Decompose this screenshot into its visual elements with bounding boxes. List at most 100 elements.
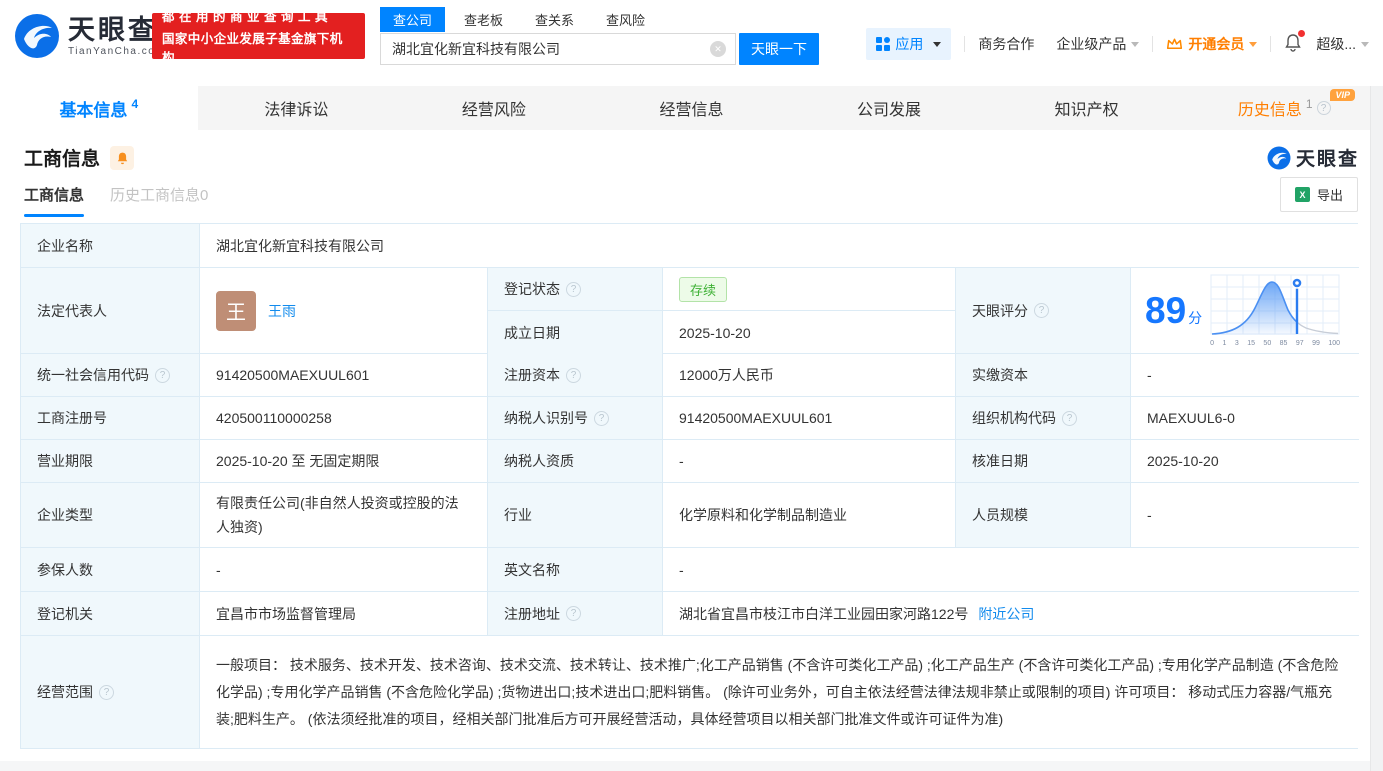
help-icon[interactable] (594, 410, 609, 426)
top-header: 天眼查 TianYanCha.com 都在用的商业查询工具 国家中小企业发展子基… (0, 0, 1383, 86)
tab-legal-lawsuit-label: 法律诉讼 (264, 102, 329, 119)
enterprise-product-label: 企业级产品 (1056, 36, 1127, 52)
label-staff-size: 人员规模 (956, 483, 1131, 548)
user-account-menu[interactable]: 超级... (1316, 34, 1369, 54)
help-icon[interactable] (155, 367, 170, 383)
tab-operation-risk-label: 经营风险 (461, 102, 526, 119)
open-vip-label: 开通会员 (1188, 36, 1245, 52)
section-title: 工商信息 (24, 149, 101, 170)
help-icon[interactable] (1034, 303, 1049, 318)
help-icon[interactable] (1062, 410, 1077, 426)
apps-menu[interactable]: 应用 (866, 28, 952, 60)
label-business-scope: 经营范围 (21, 636, 200, 748)
company-nav-tabs: 基本信息 4 法律诉讼 经营风险 经营信息 公司发展 知识产权 VIP 历史信息… (0, 86, 1383, 130)
label-taxpayer-qualification: 纳税人资质 (488, 440, 663, 483)
legal-person-link[interactable]: 王雨 (268, 301, 296, 321)
value-tianyan-score: 89 分 0 1 3 15 50 85 97 99 100 (1131, 268, 1359, 354)
value-organization-code: MAEXUUL6-0 (1131, 397, 1359, 440)
tianyancha-logo-icon (1267, 146, 1291, 169)
tab-history-info-label: 历史信息 (1237, 102, 1302, 119)
label-company-name: 企业名称 (21, 224, 200, 268)
score-value: 89 (1145, 290, 1187, 331)
search-button[interactable]: 天眼一下 (739, 33, 819, 65)
subtab-business-info[interactable]: 工商信息 (24, 184, 85, 217)
chevron-down-icon (1249, 41, 1258, 47)
divider (1270, 36, 1272, 52)
value-registration-status: 存续 (663, 268, 956, 311)
label-industry: 行业 (488, 483, 663, 548)
help-icon[interactable] (566, 367, 581, 383)
tianyancha-logo[interactable]: 天眼查 TianYanCha.com (14, 13, 165, 59)
excel-icon (1294, 187, 1310, 202)
enterprise-product-menu[interactable]: 企业级产品 (1056, 34, 1140, 54)
search-tab-company[interactable]: 查公司 (380, 7, 446, 32)
subscribe-bell-button[interactable] (110, 145, 135, 170)
tianyancha-logo-icon (15, 14, 59, 58)
tab-intellectual-property-label: 知识产权 (1054, 102, 1119, 119)
label-establish-date: 成立日期 (488, 311, 663, 354)
section-header: 工商信息 天眼查 (0, 130, 1383, 171)
label-company-type: 企业类型 (21, 483, 200, 548)
search-row: ✕ 天眼一下 (380, 33, 820, 65)
avatar[interactable]: 王 (216, 290, 256, 331)
notification-dot (1298, 30, 1306, 37)
divider (964, 36, 966, 52)
help-icon[interactable] (566, 281, 581, 297)
value-insured-count: - (200, 548, 488, 592)
label-credit-code-text: 统一社会信用代码 (37, 367, 149, 383)
value-registration-number: 420500110000258 (200, 397, 488, 440)
help-icon[interactable] (99, 684, 114, 700)
watermark-logo: 天眼查 (1267, 144, 1359, 171)
score-unit: 分 (1188, 310, 1203, 326)
search-tab-boss[interactable]: 查老板 (451, 7, 516, 32)
bottom-strip (0, 761, 1370, 771)
notification-bell[interactable] (1284, 30, 1306, 55)
tab-operation-info[interactable]: 经营信息 (593, 86, 791, 130)
subtab-row: 工商信息 历史工商信息0 导出 (0, 171, 1383, 217)
label-credit-code: 统一社会信用代码 (21, 354, 200, 397)
search-tab-relation[interactable]: 查关系 (522, 7, 587, 32)
address-text: 湖北省宜昌市枝江市白洋工业园田家河路122号 (679, 605, 969, 622)
label-paid-capital: 实缴资本 (956, 354, 1131, 397)
tab-history-info[interactable]: VIP 历史信息 1 (1185, 86, 1383, 130)
business-coop-link[interactable]: 商务合作 (978, 34, 1034, 54)
logo-texts: 天眼查 TianYanCha.com (68, 16, 165, 57)
tab-operation-risk[interactable]: 经营风险 (395, 86, 593, 130)
value-establish-date: 2025-10-20 (679, 324, 751, 341)
value-approval-date: 2025-10-20 (1131, 440, 1359, 483)
open-vip-menu[interactable]: 开通会员 (1166, 34, 1258, 54)
value-legal-representative: 王 王雨 (200, 268, 488, 354)
label-registered-capital-text: 注册资本 (504, 367, 560, 383)
bell-icon (117, 152, 127, 164)
tab-company-development[interactable]: 公司发展 (790, 86, 988, 130)
export-button[interactable]: 导出 (1279, 177, 1358, 212)
value-registered-capital: 12000万人民币 (663, 354, 956, 397)
header-right-menu: 应用 商务合作 企业级产品 开通会员 超级... (866, 28, 1369, 60)
clear-icon[interactable]: ✕ (710, 41, 726, 57)
tab-legal-lawsuit[interactable]: 法律诉讼 (198, 86, 396, 130)
label-insured-count: 参保人数 (21, 548, 200, 592)
search-input-wrap: ✕ (380, 33, 736, 65)
chevron-down-icon (933, 41, 942, 47)
scrollbar-track[interactable] (1370, 86, 1383, 771)
tab-basic-info[interactable]: 基本信息 4 (0, 86, 198, 130)
label-organization-code: 组织机构代码 (956, 397, 1131, 440)
search-input[interactable] (380, 33, 736, 65)
subtab-history-business-info[interactable]: 历史工商信息0 (110, 184, 208, 217)
tab-basic-info-label: 基本信息 (59, 100, 128, 120)
value-english-name: - (663, 548, 1359, 592)
score-curve-svg (1210, 274, 1340, 335)
tab-intellectual-property[interactable]: 知识产权 (988, 86, 1186, 130)
value-company-type: 有限责任公司(非自然人投资或控股的法人独资) (200, 483, 488, 548)
nearby-companies-link[interactable]: 附近公司 (978, 604, 1034, 624)
tab-company-development-label: 公司发展 (857, 102, 922, 119)
watermark-logo-text: 天眼查 (1295, 149, 1359, 170)
search-tab-risk[interactable]: 查风险 (593, 7, 658, 32)
help-icon[interactable] (1316, 101, 1331, 115)
label-business-term: 营业期限 (21, 440, 200, 483)
export-label: 导出 (1316, 188, 1343, 203)
label-registered-address: 注册地址 (488, 592, 663, 636)
score-distribution-chart[interactable]: 0 1 3 15 50 85 97 99 100 (1210, 274, 1342, 347)
promo-line1: 都在用的商业查询工具 (162, 10, 333, 24)
help-icon[interactable] (566, 606, 581, 621)
